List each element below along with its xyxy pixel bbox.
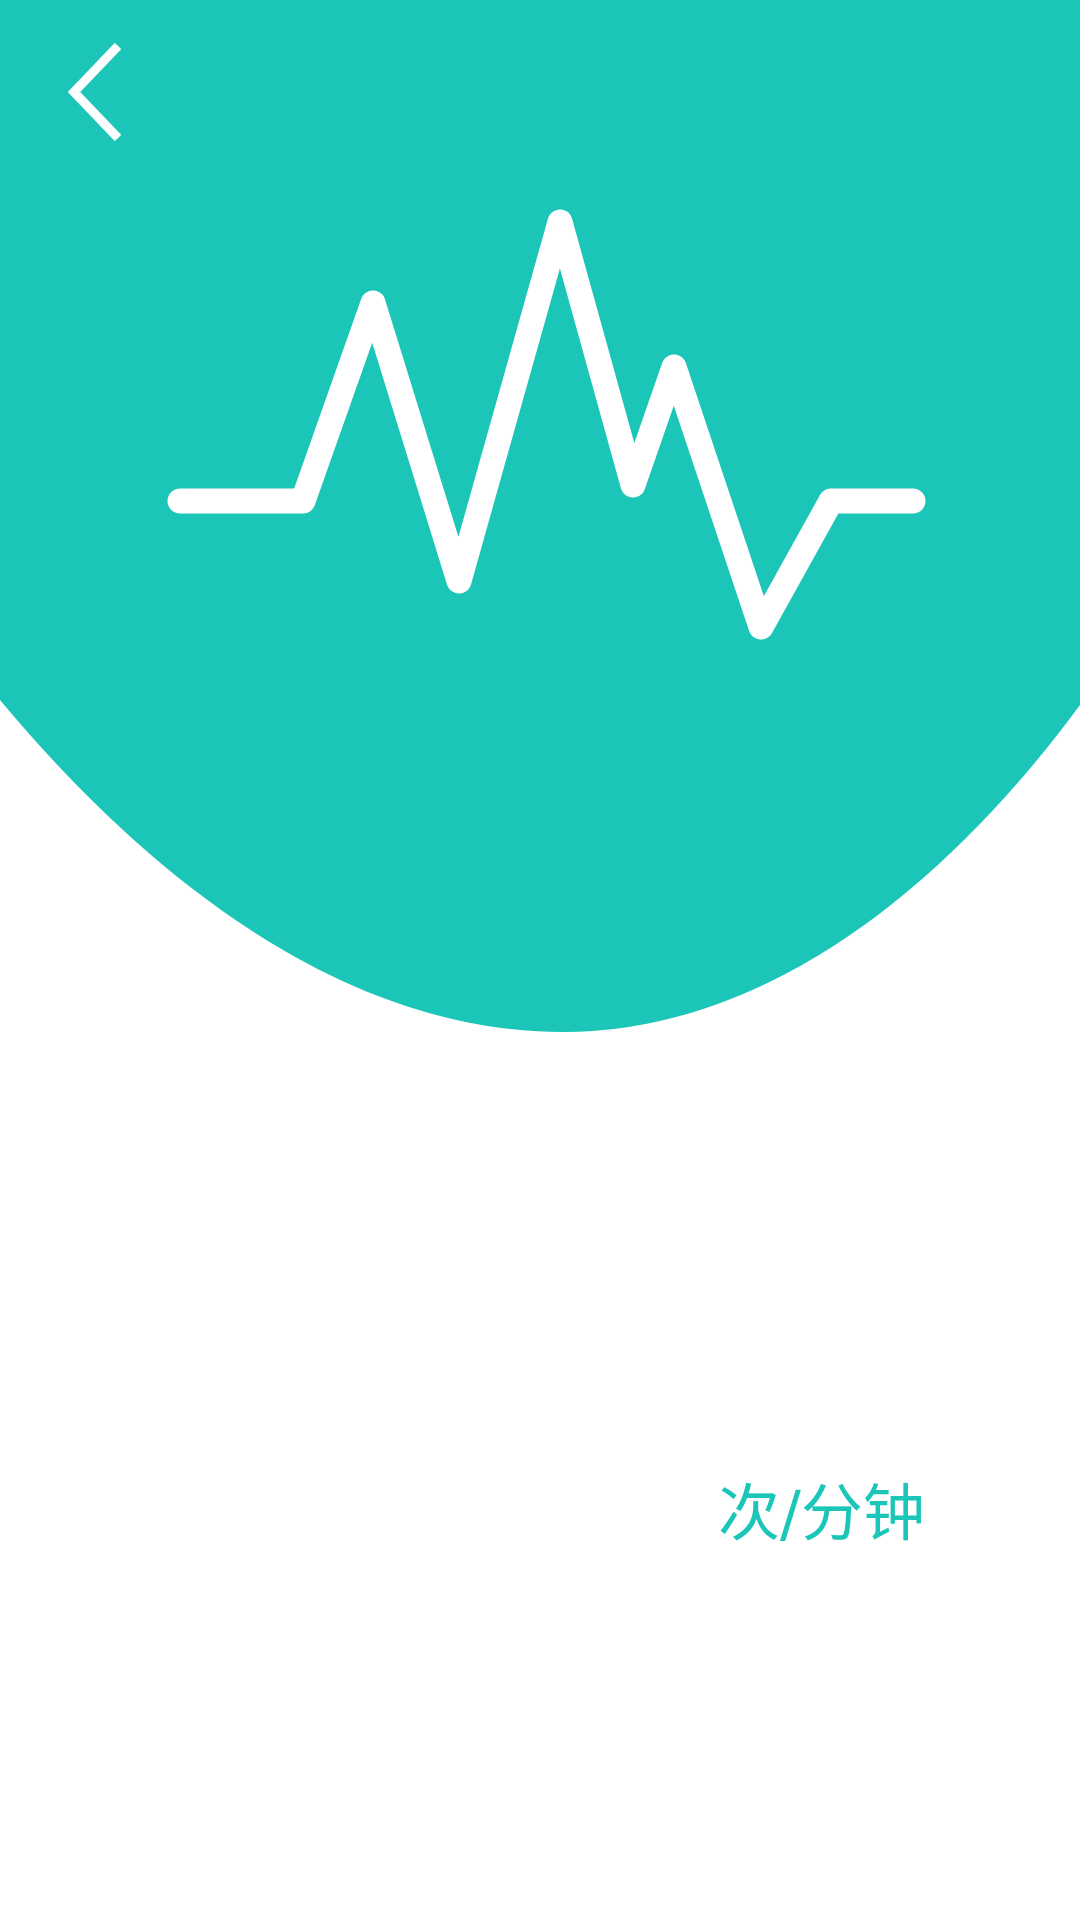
back-button[interactable] <box>56 36 136 146</box>
heart-rate-screen: 次/分钟 <box>0 0 1080 1920</box>
heartbeat-pulse-icon <box>160 200 940 650</box>
unit-label: 次/分钟 <box>718 1477 925 1550</box>
chevron-left-icon <box>67 42 122 142</box>
heart-rate-value <box>0 1440 710 1580</box>
